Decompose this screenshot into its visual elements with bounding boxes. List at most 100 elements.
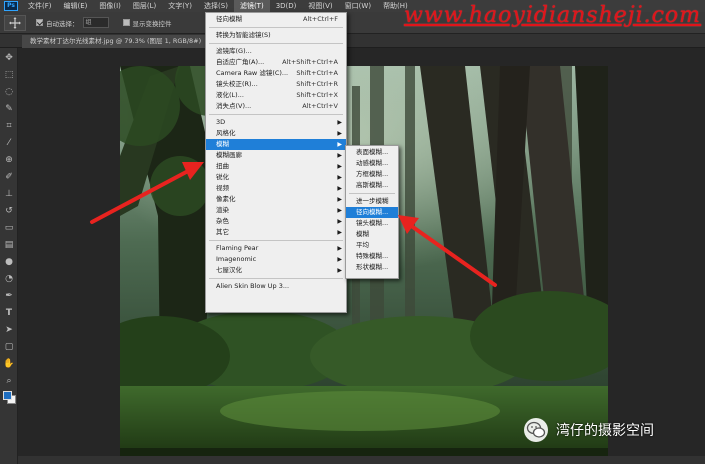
shape-tool-icon[interactable]: ▢ (2, 340, 16, 354)
auto-select-label: 自动选择： (46, 19, 79, 28)
history-brush-tool-icon[interactable]: ↺ (2, 204, 16, 218)
blur-submenu-item[interactable]: 进一步模糊 (346, 196, 398, 207)
filter-menu-item-render[interactable]: 渲染 ▶ (206, 205, 346, 216)
menu-type[interactable]: 文字(Y) (162, 0, 198, 12)
crop-tool-icon[interactable]: ⌗ (2, 119, 16, 133)
blur-submenu-item[interactable]: 动感模糊... (346, 158, 398, 169)
submenu-arrow-icon: ▶ (337, 218, 342, 225)
blur-submenu: 表面模糊... 动感模糊... 方框模糊... 高斯模糊... 进一步模糊 径向… (345, 145, 399, 279)
filter-menu-item-flaming-pear[interactable]: Flaming Pear ▶ (206, 243, 346, 254)
menu-filter[interactable]: 滤镜(T) (233, 0, 270, 12)
submenu-arrow-icon: ▶ (337, 229, 342, 236)
zoom-tool-icon[interactable]: ⌕ (2, 374, 16, 388)
submenu-arrow-icon: ▶ (337, 185, 342, 192)
lasso-tool-icon[interactable]: ◌ (2, 85, 16, 99)
blur-submenu-item[interactable]: 高斯模糊... (346, 180, 398, 191)
tools-panel: ✥ ⬚ ◌ ✎ ⌗ ⁄ ⊕ ✐ ⊥ ↺ ▭ ▤ ● ◔ ✒ T ➤ ▢ ✋ ⌕ (0, 48, 18, 464)
blur-submenu-item[interactable]: 特殊模糊... (346, 251, 398, 262)
filter-menu-item-video[interactable]: 视频 ▶ (206, 183, 346, 194)
menu-separator (209, 43, 343, 44)
path-select-tool-icon[interactable]: ➤ (2, 323, 16, 337)
wechat-watermark: 湾仔的摄影空间 (524, 417, 654, 443)
submenu-arrow-icon: ▶ (337, 119, 342, 126)
submenu-arrow-icon: ▶ (337, 163, 342, 170)
submenu-arrow-icon: ▶ (337, 245, 342, 252)
move-tool-icon[interactable]: ✥ (2, 51, 16, 65)
watermark-url: www.haoyidiansheji.com (404, 3, 702, 28)
menu-separator (209, 114, 343, 115)
show-transform-checkbox[interactable] (122, 19, 130, 26)
filter-menu-item-last-filter[interactable]: 径向模糊 Alt+Ctrl+F (206, 14, 346, 25)
eyedropper-tool-icon[interactable]: ⁄ (2, 136, 16, 150)
filter-menu-item-blur-gallery[interactable]: 模糊画廊 ▶ (206, 150, 346, 161)
auto-select-checkbox[interactable] (36, 19, 43, 26)
document-tab[interactable]: 教学素材丁达尔光线素材.jpg @ 79.3% (图层 1, RGB/8#) (22, 35, 210, 48)
filter-menu-item-gallery[interactable]: 滤镜库(G)... (206, 46, 346, 57)
menu-file[interactable]: 文件(F) (22, 0, 58, 12)
filter-menu-item-qiwu[interactable]: 七屋汉化 ▶ (206, 265, 346, 276)
tool-preset-picker[interactable] (4, 14, 26, 31)
submenu-arrow-icon: ▶ (337, 174, 342, 181)
filter-menu-item-adaptive-wide-angle[interactable]: 自适应广角(A)... Alt+Shift+Ctrl+A (206, 57, 346, 68)
blur-submenu-item[interactable]: 模糊 (346, 229, 398, 240)
menu-image[interactable]: 图像(I) (93, 0, 127, 12)
blur-submenu-item[interactable]: 表面模糊... (346, 147, 398, 158)
filter-menu-item-sharpen[interactable]: 锐化 ▶ (206, 172, 346, 183)
gradient-tool-icon[interactable]: ▤ (2, 238, 16, 252)
filter-menu-item-alien-skin[interactable]: Alien Skin Blow Up 3... (206, 281, 346, 292)
submenu-arrow-icon: ▶ (337, 267, 342, 274)
show-transform-option[interactable]: 显示变换控件 (122, 18, 172, 28)
submenu-arrow-icon: ▶ (337, 152, 342, 159)
filter-menu-item-liquify[interactable]: 液化(L)... Shift+Ctrl+X (206, 90, 346, 101)
menu-separator (209, 27, 343, 28)
submenu-arrow-icon: ▶ (337, 130, 342, 137)
blur-submenu-item[interactable]: 平均 (346, 240, 398, 251)
show-transform-label: 显示变换控件 (132, 19, 172, 28)
blur-submenu-item[interactable]: 方框模糊... (346, 169, 398, 180)
menu-separator (209, 240, 343, 241)
hand-tool-icon[interactable]: ✋ (2, 357, 16, 371)
menu-layer[interactable]: 图层(L) (127, 0, 162, 12)
filter-menu-item-camera-raw[interactable]: Camera Raw 滤镜(C)... Shift+Ctrl+A (206, 68, 346, 79)
auto-select-dropdown[interactable]: 组 (82, 17, 109, 28)
filter-menu-item-lens-correction[interactable]: 镜头校正(R)... Shift+Ctrl+R (206, 79, 346, 90)
eraser-tool-icon[interactable]: ▭ (2, 221, 16, 235)
filter-menu-item-imagenomic[interactable]: Imagenomic ▶ (206, 254, 346, 265)
filter-menu-item-stylize[interactable]: 风格化 ▶ (206, 128, 346, 139)
blur-submenu-item[interactable]: 镜头模糊... (346, 218, 398, 229)
marquee-tool-icon[interactable]: ⬚ (2, 68, 16, 82)
dodge-tool-icon[interactable]: ◔ (2, 272, 16, 286)
stamp-tool-icon[interactable]: ⊥ (2, 187, 16, 201)
filter-menu-item-vanishing-point[interactable]: 消失点(V)... Alt+Ctrl+V (206, 101, 346, 112)
status-bar (18, 456, 705, 464)
menu-separator (209, 278, 343, 279)
wechat-icon (524, 418, 548, 442)
blur-submenu-item[interactable]: 形状模糊... (346, 262, 398, 273)
document-tab-bar: 教学素材丁达尔光线素材.jpg @ 79.3% (图层 1, RGB/8#) (0, 34, 705, 48)
menu-edit[interactable]: 编辑(E) (58, 0, 94, 12)
auto-select-option[interactable]: 自动选择： 组 (36, 17, 109, 28)
type-tool-icon[interactable]: T (2, 306, 16, 320)
pen-tool-icon[interactable]: ✒ (2, 289, 16, 303)
photoshop-window: Ps 文件(F) 编辑(E) 图像(I) 图层(L) 文字(Y) 选择(S) 滤… (0, 0, 705, 464)
menu-3d[interactable]: 3D(D) (270, 0, 303, 12)
menu-separator (349, 193, 395, 194)
brush-tool-icon[interactable]: ✐ (2, 170, 16, 184)
filter-menu-item-pixelate[interactable]: 像素化 ▶ (206, 194, 346, 205)
filter-menu-item-noise[interactable]: 杂色 ▶ (206, 216, 346, 227)
filter-menu-item-3d[interactable]: 3D ▶ (206, 117, 346, 128)
filter-menu-item-other[interactable]: 其它 ▶ (206, 227, 346, 238)
blur-submenu-item-radial[interactable]: 径向模糊... (346, 207, 398, 218)
menu-window[interactable]: 窗口(W) (339, 0, 377, 12)
healing-tool-icon[interactable]: ⊕ (2, 153, 16, 167)
menu-view[interactable]: 视图(V) (302, 0, 338, 12)
filter-menu-item-distort[interactable]: 扭曲 ▶ (206, 161, 346, 172)
foreground-color-swatch[interactable] (3, 391, 12, 400)
menu-select[interactable]: 选择(S) (198, 0, 234, 12)
submenu-arrow-icon: ▶ (337, 196, 342, 203)
filter-menu-item-convert-smart[interactable]: 转换为智能滤镜(S) (206, 30, 346, 41)
quick-select-tool-icon[interactable]: ✎ (2, 102, 16, 116)
move-tool-icon (9, 16, 21, 29)
blur-tool-icon[interactable]: ● (2, 255, 16, 269)
filter-menu-item-blur[interactable]: 模糊 ▶ (206, 139, 346, 150)
